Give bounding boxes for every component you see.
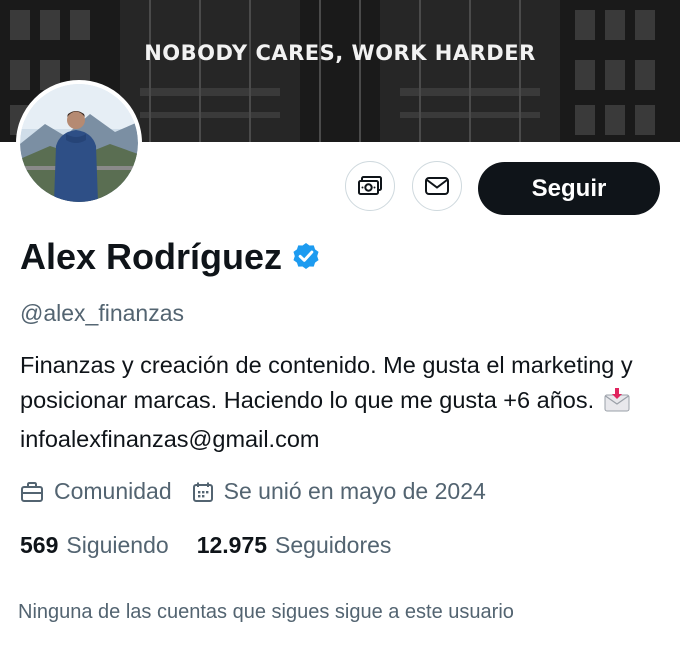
following-label: Siguiendo xyxy=(66,532,169,558)
followers-count: 12.975 xyxy=(196,532,268,558)
bio-text: Finanzas y creación de contenido. Me gus… xyxy=(20,352,633,413)
following-link[interactable]: 569 Siguiendo xyxy=(20,532,169,559)
verified-badge-icon[interactable] xyxy=(290,241,322,273)
avatar-photo xyxy=(20,84,138,202)
display-name: Alex Rodríguez xyxy=(20,236,283,277)
calendar-icon xyxy=(192,482,213,502)
followers-label: Seguidores xyxy=(275,532,392,558)
money-icon xyxy=(358,176,382,195)
username-handle: @alex_finanzas xyxy=(20,300,184,326)
briefcase-icon xyxy=(21,481,43,502)
follow-stats: 569 Siguiendo 12.975 Seguidores xyxy=(20,532,391,559)
profile-joined-date: Se unió en mayo de 2024 xyxy=(192,478,486,505)
avatar[interactable] xyxy=(16,80,142,206)
profile-bio: Finanzas y creación de contenido. Me gus… xyxy=(20,348,670,457)
followers-link[interactable]: 12.975 Seguidores xyxy=(197,532,392,559)
joined-label: Se unió en mayo de 2024 xyxy=(223,478,486,504)
tip-button[interactable] xyxy=(345,161,395,211)
category-label: Comunidad xyxy=(54,478,172,504)
profile-category: Comunidad xyxy=(20,478,172,505)
message-button[interactable] xyxy=(412,161,462,211)
banner-caption: NOBODY CARES, WORK HARDER xyxy=(144,41,536,65)
following-count: 569 xyxy=(20,532,59,558)
followers-you-know-note: Ninguna de las cuentas que sigues sigue … xyxy=(18,601,514,623)
incoming-envelope-emoji-icon xyxy=(603,387,631,422)
profile-meta: Comunidad Se unió en mayo de 2024 xyxy=(20,478,486,505)
envelope-icon xyxy=(425,177,449,195)
bio-email-link[interactable]: infoalexfinanzas@gmail.com xyxy=(20,426,319,452)
profile-name-row: Alex Rodríguez xyxy=(20,236,322,278)
follow-button[interactable]: Seguir xyxy=(478,162,660,215)
